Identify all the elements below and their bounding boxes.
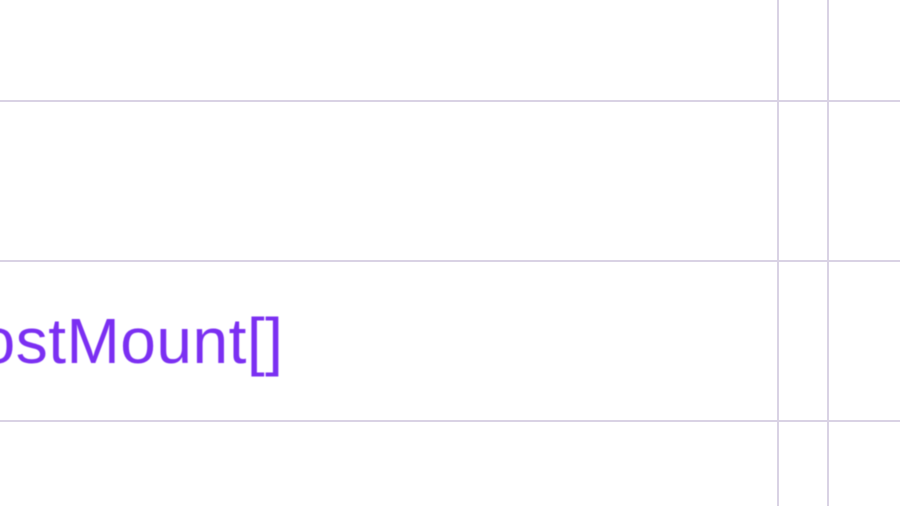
type-cell: astoreHostMount[] (0, 261, 778, 421)
empty-cell (778, 0, 828, 101)
empty-cell (778, 101, 828, 261)
empty-cell (828, 421, 900, 506)
empty-cell (828, 0, 900, 101)
table-row (0, 421, 900, 506)
empty-cell (778, 421, 828, 506)
type-cell: .. (0, 0, 778, 101)
empty-cell (778, 261, 828, 421)
empty-cell (828, 261, 900, 421)
type-cell: er[] (0, 101, 778, 261)
table-row: er[] (0, 101, 900, 261)
type-table-fragment: .. er[] astoreHostMount[] (0, 0, 900, 506)
type-table: .. er[] astoreHostMount[] (0, 0, 900, 506)
table-row: .. (0, 0, 900, 101)
table-row: astoreHostMount[] (0, 261, 900, 421)
empty-cell (828, 101, 900, 261)
type-link[interactable]: astoreHostMount[] (0, 305, 283, 377)
type-cell (0, 421, 778, 506)
